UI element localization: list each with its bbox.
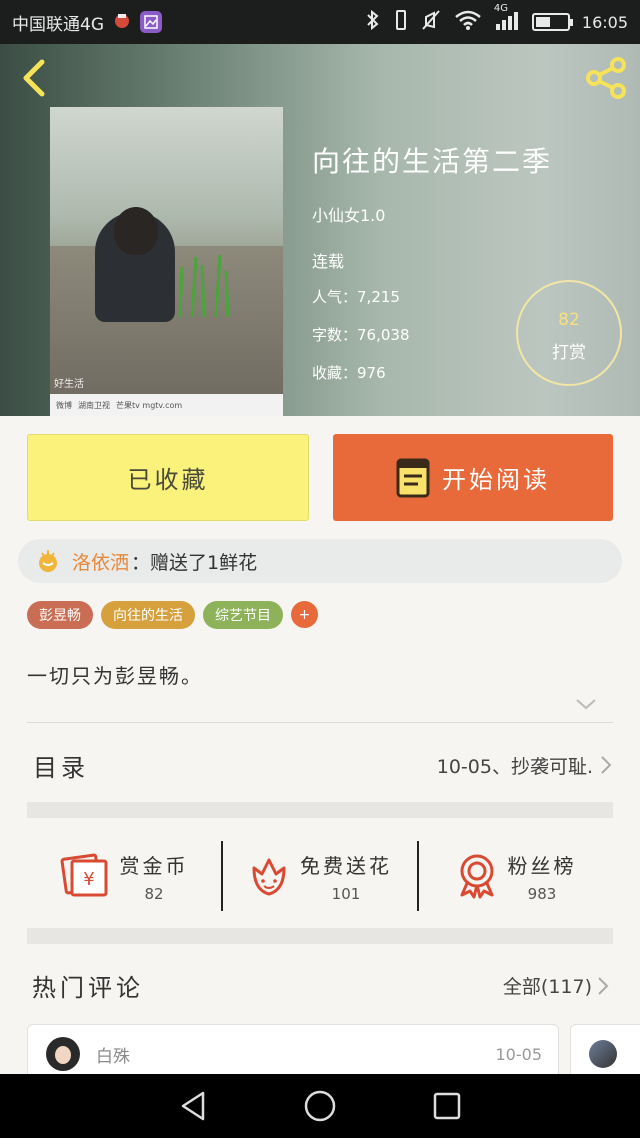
medal-icon: [460, 854, 493, 899]
system-nav-bar: [0, 1074, 640, 1138]
start-reading-button[interactable]: 开始阅读: [333, 434, 613, 521]
mute-icon: [420, 9, 442, 35]
cover-logo-weibo: 微博: [56, 400, 72, 410]
table-of-contents-row[interactable]: 目录 10-05、抄袭可耻.: [27, 737, 613, 793]
free-flower-label: 免费送花: [300, 853, 392, 878]
section-separator: [27, 802, 613, 818]
gift-notification-banner[interactable]: 洛依洒 ：赠送了1鲜花: [18, 539, 622, 583]
cover-person-head: [114, 207, 158, 255]
square-recents-icon: [433, 1092, 460, 1120]
popularity-value: 7,215: [357, 288, 400, 306]
add-tag-button[interactable]: +: [291, 601, 318, 628]
gallery-app-icon: [140, 11, 162, 33]
reward-label: 打赏: [552, 343, 586, 363]
popularity-label: 人气：: [312, 288, 358, 306]
free-flower-value: 101: [331, 884, 361, 903]
fan-ranking-value: 983: [527, 884, 557, 903]
divider: [27, 722, 613, 723]
cover-plants: [178, 254, 230, 317]
cover-watermark: 好生活: [54, 379, 84, 390]
tag-list: 彭昱畅 向往的生活 综艺节目 +: [27, 601, 318, 629]
book-header: 好生活 微博 湖南卫视 芒果tv mgtv.com 向往的生活第二季 小仙女1.…: [0, 44, 640, 416]
tag-item[interactable]: 向往的生活: [101, 601, 195, 629]
section-separator: [27, 928, 613, 944]
reward-button[interactable]: 82 打赏: [516, 280, 622, 386]
share-icon: [586, 57, 626, 99]
circle-home-icon: [304, 1090, 336, 1122]
book-cover-image[interactable]: 好生活 微博 湖南卫视 芒果tv mgtv.com: [50, 107, 283, 416]
all-comments-link[interactable]: 全部(117): [503, 972, 610, 999]
nav-recents-button[interactable]: [427, 1086, 467, 1126]
chevron-right-icon: [601, 756, 612, 774]
cover-logo-mgtv: 芒果tv mgtv.com: [116, 400, 183, 410]
comment-date: 10-05: [495, 1044, 543, 1064]
chevron-right-icon: [598, 976, 609, 995]
fan-ranking-label: 粉丝榜: [507, 853, 577, 878]
fan-ranking-button[interactable]: 粉丝榜 983: [419, 850, 613, 903]
hot-comments-title: 热门评论: [32, 974, 144, 1002]
book-summary: 一切只为彭昱畅。: [27, 664, 203, 688]
favorites-label: 收藏：: [312, 364, 358, 382]
favorites-stat: 收藏：976: [312, 362, 386, 383]
megaphone-icon: [39, 550, 57, 572]
free-flower-button[interactable]: 免费送花 101: [223, 850, 417, 903]
gift-sender[interactable]: 洛依洒: [72, 548, 129, 575]
triangle-back-icon: [182, 1091, 205, 1121]
collected-label: 已收藏: [127, 466, 209, 494]
back-arrow-icon: [23, 59, 45, 97]
expand-summary-button[interactable]: [574, 696, 598, 712]
reward-count: 82: [558, 310, 580, 330]
cover-logos: 微博 湖南卫视 芒果tv mgtv.com: [50, 394, 283, 416]
favorites-value: 976: [357, 364, 386, 382]
gold-coin-value: 82: [144, 884, 164, 903]
back-button[interactable]: [18, 58, 54, 98]
share-button[interactable]: [582, 56, 630, 100]
word-count-label: 字数：: [312, 326, 358, 344]
avatar[interactable]: [589, 1040, 617, 1068]
book-author[interactable]: 小仙女1.0: [312, 202, 385, 226]
collected-button[interactable]: 已收藏: [27, 434, 309, 521]
signal-icon: 4G: [494, 3, 520, 35]
carrier-label: 中国联通4G: [12, 14, 104, 35]
book-icon: [396, 458, 430, 497]
popularity-stat: 人气：7,215: [312, 286, 400, 307]
all-comments-label: 全部(117): [502, 976, 592, 998]
tag-item[interactable]: 彭昱畅: [27, 601, 93, 629]
word-count-value: 76,038: [357, 326, 410, 344]
nav-back-button[interactable]: [173, 1086, 213, 1126]
gold-coin-reward-button[interactable]: ¥ 赏金币 82: [27, 850, 221, 903]
latest-chapter: 10-05、抄袭可耻.: [436, 755, 593, 778]
book-title: 向往的生活第二季: [312, 145, 553, 178]
cover-logo-hunan: 湖南卫视: [78, 400, 110, 410]
vibrate-icon: [394, 9, 408, 35]
nav-home-button[interactable]: [300, 1086, 340, 1126]
battery-icon: [531, 13, 573, 31]
gold-coin-label: 赏金币: [119, 853, 189, 878]
word-count-stat: 字数：76,038: [312, 324, 410, 345]
chevron-down-icon: [576, 699, 596, 710]
notification-app-icon: [112, 10, 132, 35]
toc-title: 目录: [33, 753, 89, 782]
status-bar: 中国联通4G 4G 16:05: [0, 0, 640, 44]
gift-text: ：赠送了1鲜花: [131, 551, 258, 574]
red-envelope-icon: ¥: [60, 853, 107, 897]
feature-row: ¥ 赏金币 82 免费送花 101 粉丝榜 983: [27, 836, 613, 916]
book-status: 连载: [312, 252, 345, 271]
network-type-label: 4G: [493, 3, 509, 14]
svg-text:¥: ¥: [83, 869, 94, 890]
clock: 16:05: [581, 12, 628, 32]
wifi-icon: [454, 9, 482, 35]
start-reading-label: 开始阅读: [442, 466, 550, 494]
comment-author[interactable]: 白殊: [96, 1042, 130, 1067]
bluetooth-icon: [364, 8, 382, 36]
avatar[interactable]: [46, 1037, 80, 1071]
flower-icon: [252, 858, 286, 896]
tag-item[interactable]: 综艺节目: [203, 601, 283, 629]
